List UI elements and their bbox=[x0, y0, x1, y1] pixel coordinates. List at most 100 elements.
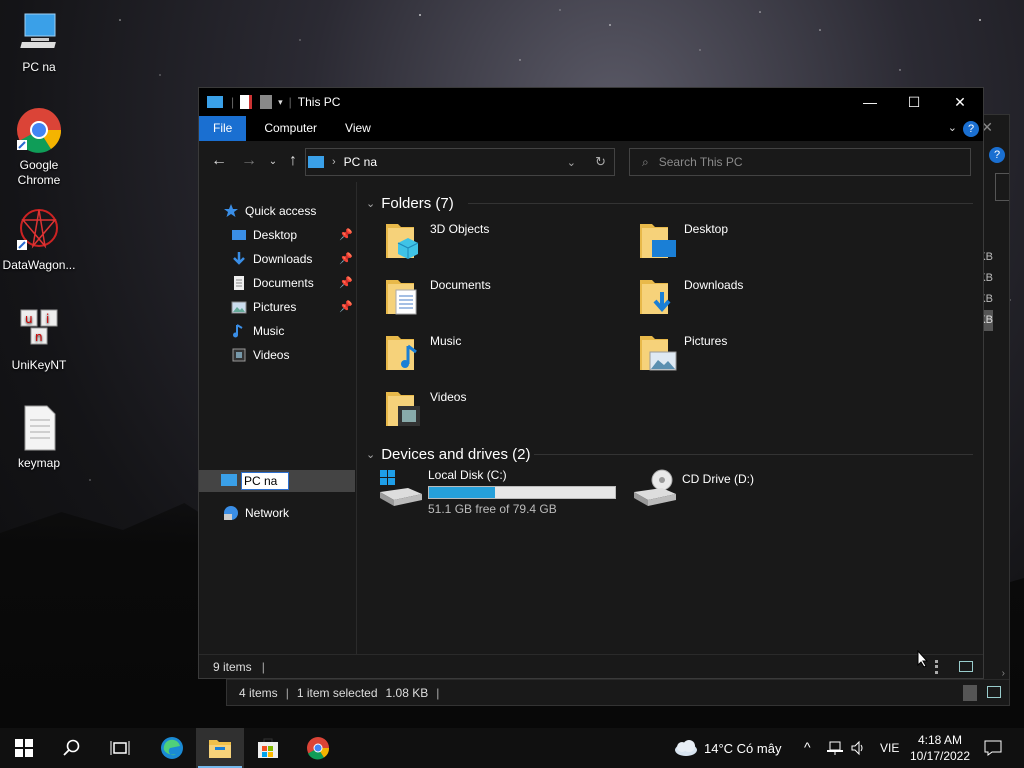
chrome-button[interactable] bbox=[294, 728, 342, 768]
film-icon bbox=[231, 347, 247, 363]
folder-music[interactable]: Music bbox=[384, 330, 634, 380]
start-button[interactable] bbox=[0, 728, 48, 768]
desktop-icon-chrome[interactable]: Google Chrome bbox=[0, 106, 78, 188]
task-view-button[interactable] bbox=[96, 728, 144, 768]
expand-ribbon-icon[interactable]: ⌄ bbox=[948, 121, 957, 134]
group-divider bbox=[534, 454, 973, 455]
cloudy-weather-icon[interactable] bbox=[672, 738, 698, 756]
desktop-icon-label: DataWagon... bbox=[2, 258, 76, 272]
ribbon-tabs: File Computer View ⌄ ? bbox=[199, 116, 983, 141]
pin-icon[interactable]: 📌 bbox=[339, 300, 353, 313]
collapse-chevron-icon[interactable]: ⌄ bbox=[366, 197, 375, 210]
network-icon bbox=[223, 505, 239, 521]
desktop-icon-datawagon[interactable]: DataWagon... bbox=[0, 206, 78, 273]
back-button[interactable]: ← bbox=[209, 151, 229, 171]
edge-button[interactable] bbox=[148, 728, 196, 768]
help-icon[interactable]: ? bbox=[963, 121, 979, 137]
folder-desktop[interactable]: Desktop bbox=[638, 218, 888, 268]
file-explorer-button[interactable] bbox=[196, 728, 244, 768]
folder-videos[interactable]: Videos bbox=[384, 386, 634, 436]
up-button[interactable]: ↑ bbox=[283, 151, 303, 171]
nav-quick-access[interactable]: Quick access bbox=[223, 200, 316, 222]
folder-downloads[interactable]: Downloads bbox=[638, 274, 888, 324]
star-icon bbox=[223, 203, 239, 219]
details-view-icon[interactable] bbox=[963, 685, 977, 701]
nav-item-this-pc-renaming[interactable]: PC na bbox=[199, 470, 355, 492]
drive-local-disk-c[interactable]: Local Disk (C:) 51.1 GB free of 79.4 GB bbox=[378, 464, 628, 520]
nav-item-documents[interactable]: Documents bbox=[231, 272, 314, 294]
pin-icon[interactable]: 📌 bbox=[339, 276, 353, 289]
clock-time: 4:18 AM bbox=[917, 733, 963, 747]
maximize-button[interactable]: ☐ bbox=[891, 88, 937, 116]
svg-text:i: i bbox=[46, 312, 49, 326]
item-count: 9 items bbox=[213, 659, 252, 674]
breadcrumb-chevron-icon[interactable]: › bbox=[332, 156, 336, 168]
desktop-icon-label: UniKeyNT bbox=[11, 358, 67, 372]
help-icon[interactable]: ? bbox=[989, 147, 1005, 163]
details-view-icon[interactable] bbox=[935, 660, 949, 674]
group-title: Folders (7) bbox=[381, 194, 454, 212]
nav-network[interactable]: Network bbox=[223, 502, 289, 524]
disk-usage-fill bbox=[429, 487, 496, 498]
properties-icon[interactable] bbox=[240, 95, 253, 109]
large-icons-view-icon[interactable] bbox=[959, 661, 973, 672]
desktop-icon-label: PC na bbox=[22, 60, 56, 74]
folder-pictures[interactable]: Pictures bbox=[638, 330, 888, 380]
folder-3d-objects[interactable]: 3D Objects bbox=[384, 218, 634, 268]
tab-computer[interactable]: Computer bbox=[250, 116, 331, 141]
explorer-window[interactable]: | ▾ | This PC — ☐ ✕ File Computer View ⌄… bbox=[198, 87, 984, 679]
nav-item-music[interactable]: Music bbox=[231, 320, 284, 342]
pin-icon[interactable]: 📌 bbox=[339, 228, 353, 241]
folders-group-header[interactable]: ⌄ Folders (7) bbox=[366, 192, 454, 214]
desktop-icon-pc[interactable]: PC na bbox=[0, 8, 78, 75]
disk-usage-bar bbox=[428, 486, 616, 499]
large-icons-view-icon[interactable] bbox=[987, 686, 1001, 698]
desktop-icon-unikey[interactable]: uin UniKeyNT bbox=[0, 306, 78, 373]
recent-locations-icon[interactable]: ⌄ bbox=[263, 151, 283, 171]
search-box-edge bbox=[995, 173, 1009, 201]
desktop-icon-keymap[interactable]: keymap bbox=[0, 404, 78, 471]
network-icon[interactable] bbox=[826, 740, 844, 756]
speaker-icon[interactable] bbox=[850, 740, 866, 756]
drive-cd-d[interactable]: CD Drive (D:) bbox=[632, 464, 882, 520]
address-dropdown-icon[interactable]: ⌄ bbox=[567, 156, 576, 169]
weather-text[interactable]: 14°C Có mây bbox=[704, 741, 781, 756]
rename-input[interactable]: PC na bbox=[241, 472, 289, 490]
search-placeholder: Search This PC bbox=[658, 155, 743, 169]
folder-name: Music bbox=[430, 334, 462, 348]
text-file-icon bbox=[15, 404, 63, 452]
refresh-icon[interactable]: ↻ bbox=[595, 154, 606, 170]
nav-item-desktop[interactable]: Desktop bbox=[231, 224, 297, 246]
nav-item-videos[interactable]: Videos bbox=[231, 344, 289, 366]
search-button[interactable] bbox=[48, 728, 96, 768]
nav-item-pictures[interactable]: Pictures bbox=[231, 296, 296, 318]
folder-documents[interactable]: Documents bbox=[384, 274, 634, 324]
new-folder-icon[interactable] bbox=[260, 95, 273, 109]
collapse-chevron-icon[interactable]: ⌄ bbox=[366, 448, 375, 461]
tab-file[interactable]: File bbox=[199, 116, 247, 141]
clock[interactable]: 4:18 AM 10/17/2022 bbox=[908, 732, 972, 764]
close-button[interactable]: ✕ bbox=[937, 88, 983, 116]
drives-group-header[interactable]: ⌄ Devices and drives (2) bbox=[366, 443, 530, 465]
address-location[interactable]: PC na bbox=[344, 155, 377, 169]
selection-size: 1.08 KB bbox=[385, 685, 429, 700]
folder-name: Pictures bbox=[684, 334, 728, 348]
clock-date: 10/17/2022 bbox=[909, 749, 971, 763]
search-input[interactable]: ⌕ Search This PC bbox=[629, 148, 971, 176]
notifications-icon[interactable] bbox=[984, 740, 1002, 756]
chevron-up-icon[interactable]: ^ bbox=[804, 739, 811, 755]
address-bar[interactable]: › PC na ⌄ ↻ bbox=[305, 148, 615, 176]
tab-view[interactable]: View bbox=[331, 116, 385, 141]
minimize-button[interactable]: — bbox=[847, 88, 893, 116]
store-button[interactable] bbox=[244, 728, 292, 768]
scroll-right-icon[interactable]: › bbox=[1002, 668, 1005, 679]
language-indicator[interactable]: VIE bbox=[880, 741, 899, 755]
forward-button[interactable]: → bbox=[239, 151, 259, 171]
quick-access-toolbar-dropdown-icon[interactable]: ▾ bbox=[278, 97, 283, 108]
pin-icon[interactable]: 📌 bbox=[339, 252, 353, 265]
item-count: 4 items bbox=[239, 685, 278, 700]
title-bar[interactable]: | ▾ | This PC — ☐ ✕ bbox=[199, 88, 983, 116]
folder-name: Videos bbox=[430, 390, 467, 404]
nav-item-downloads[interactable]: Downloads bbox=[231, 248, 312, 270]
folder-name: Documents bbox=[430, 278, 491, 292]
